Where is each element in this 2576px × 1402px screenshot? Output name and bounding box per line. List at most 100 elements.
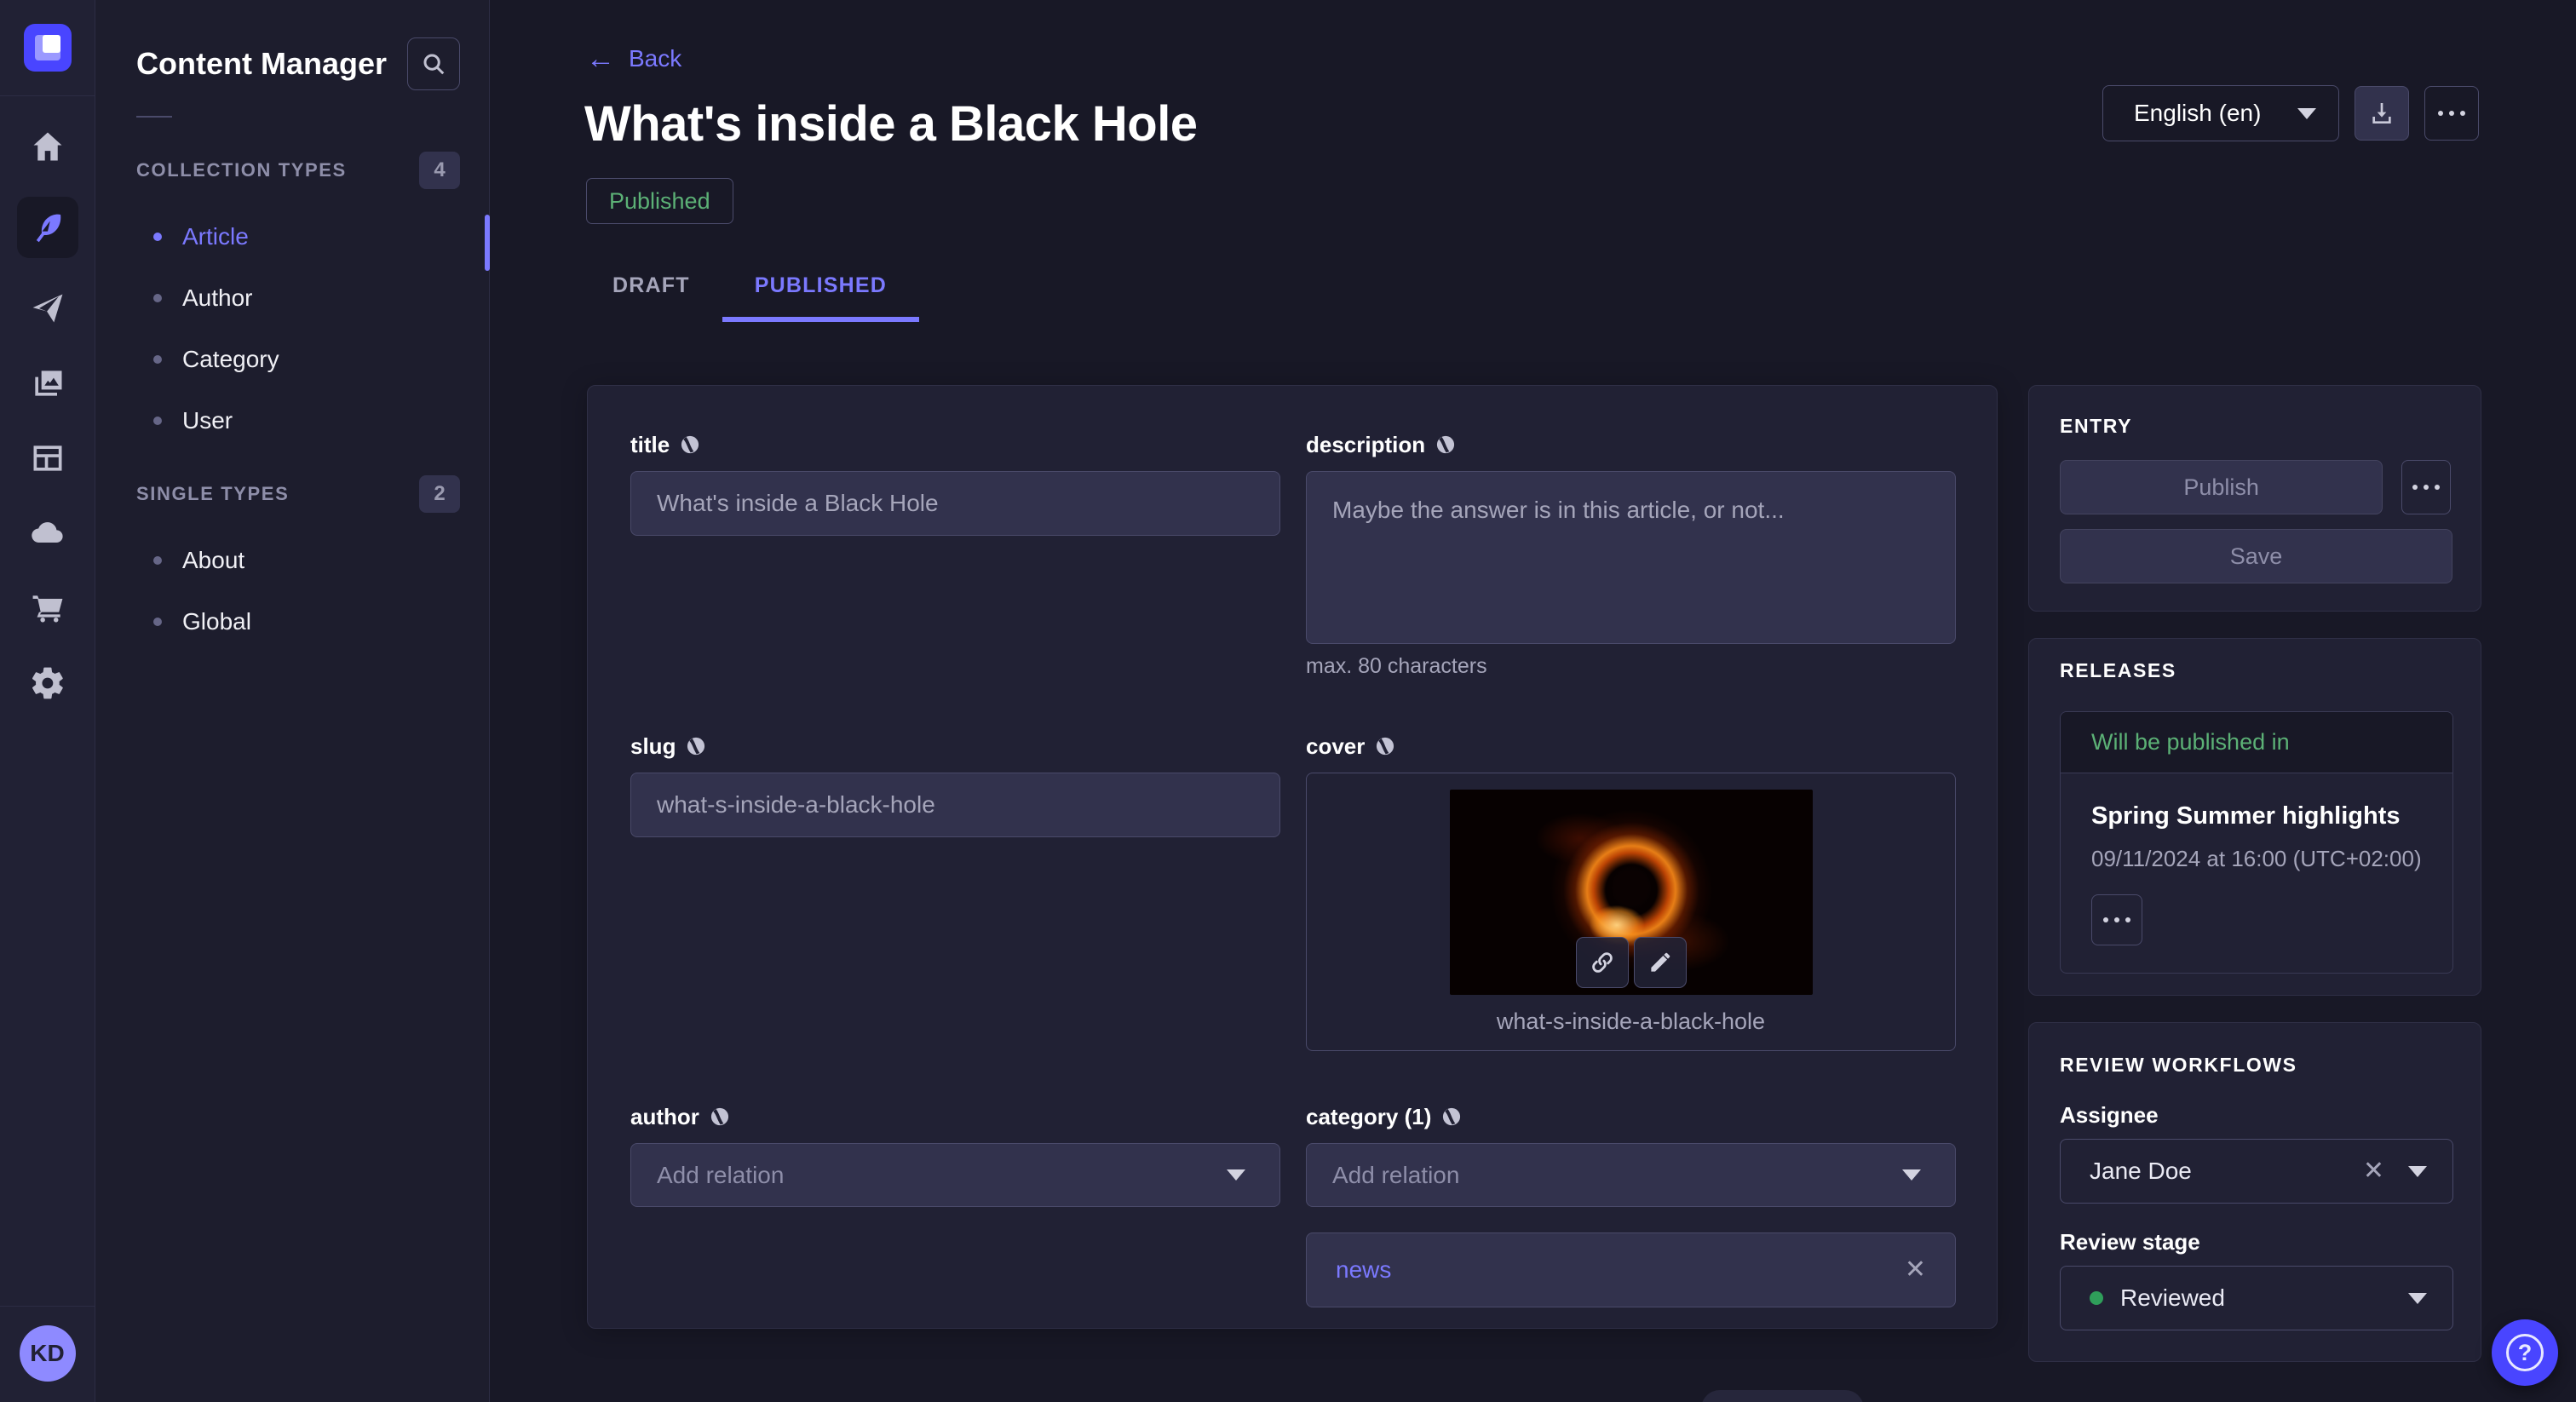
user-avatar[interactable]: KD: [20, 1325, 76, 1382]
edit-media-button[interactable]: [1634, 937, 1687, 988]
sidebar-item-label: Category: [182, 346, 279, 373]
category-placeholder: Add relation: [1332, 1162, 1459, 1189]
slug-field-label: slug: [630, 733, 676, 760]
slug-input[interactable]: what-s-inside-a-black-hole: [630, 773, 1280, 837]
sidebar-item-label: About: [182, 547, 244, 574]
entry-panel: ENTRY Publish Save: [2028, 385, 2481, 612]
feather-icon: [29, 209, 66, 246]
strapi-logo[interactable]: [24, 24, 72, 72]
locale-select[interactable]: English (en): [2102, 85, 2339, 141]
release-date: 09/11/2024 at 16:00 (UTC+02:00): [2091, 846, 2422, 872]
more-options-button[interactable]: [2424, 86, 2479, 141]
active-item-indicator: [485, 215, 490, 271]
author-field-label: author: [630, 1104, 699, 1130]
cover-field-label: cover: [1306, 733, 1365, 760]
right-sidebar: ENTRY Publish Save RELEASES Will be publ…: [2028, 385, 2481, 1388]
subnav-title: Content Manager: [136, 46, 387, 82]
layout-icon: [29, 440, 66, 477]
field-category: category (1) Add relation news ✕: [1306, 1099, 1956, 1307]
back-link[interactable]: ← Back: [586, 44, 681, 73]
field-author: author Add relation: [630, 1099, 1280, 1307]
globe-icon: [1375, 736, 1395, 756]
search-icon: [421, 51, 446, 77]
release-card: Will be published in Spring Summer highl…: [2060, 711, 2453, 974]
sidebar-item-label: Global: [182, 608, 251, 635]
relation-link-news[interactable]: news: [1336, 1256, 1391, 1284]
review-stage-select[interactable]: Reviewed: [2060, 1266, 2453, 1330]
nav-content-type-builder-button[interactable]: [17, 434, 78, 483]
more-options-icon: [2438, 111, 2465, 116]
collection-types-section: COLLECTION TYPES 4 Article Author Catego…: [95, 150, 489, 451]
pencil-icon: [1647, 950, 1673, 975]
sidebar-item-article[interactable]: Article: [95, 206, 489, 267]
assignee-value: Jane Doe: [2090, 1158, 2363, 1185]
tab-draft[interactable]: DRAFT: [580, 273, 722, 322]
nav-content-manager-button[interactable]: [17, 197, 78, 258]
arrow-left-icon: ←: [586, 44, 615, 73]
sidebar-item-label: User: [182, 407, 233, 434]
release-more-button[interactable]: [2091, 894, 2142, 945]
download-icon: [2368, 100, 2395, 127]
question-mark-icon: ?: [2506, 1334, 2544, 1371]
entry-more-button[interactable]: [2401, 460, 2451, 514]
rail-footer: KD: [0, 1306, 95, 1402]
nav-settings-button[interactable]: [17, 658, 78, 708]
title-input[interactable]: What's inside a Black Hole: [630, 471, 1280, 536]
globe-icon: [686, 736, 706, 756]
images-icon: [29, 365, 66, 402]
copy-link-button[interactable]: [1576, 937, 1629, 988]
help-button[interactable]: ?: [2492, 1319, 2558, 1386]
sidebar-item-user[interactable]: User: [95, 390, 489, 451]
nav-home-button[interactable]: [17, 122, 78, 171]
search-button[interactable]: [407, 37, 460, 90]
draft-published-tabs: DRAFT PUBLISHED: [580, 273, 2576, 322]
nav-releases-button[interactable]: [17, 284, 78, 333]
sidebar-item-author[interactable]: Author: [95, 267, 489, 329]
section-count-badge: 2: [419, 475, 460, 513]
review-heading: REVIEW WORKFLOWS: [2060, 1054, 2452, 1077]
assignee-label: Assignee: [2060, 1102, 2452, 1129]
clear-assignee-icon[interactable]: ✕: [2363, 1158, 2384, 1184]
stage-status-dot: [2090, 1291, 2103, 1305]
chevron-down-icon: [2297, 108, 2316, 119]
author-relation-select[interactable]: Add relation: [630, 1143, 1280, 1207]
shopping-cart-icon: [29, 589, 66, 627]
category-relation-select[interactable]: Add relation: [1306, 1143, 1956, 1207]
cover-image[interactable]: [1450, 790, 1813, 995]
title-field-label: title: [630, 432, 670, 458]
entry-form-card: title What's inside a Black Hole descrip…: [587, 385, 1998, 1329]
description-textarea[interactable]: Maybe the answer is in this article, or …: [1306, 471, 1956, 644]
home-icon: [29, 128, 66, 165]
sidebar-item-global[interactable]: Global: [95, 591, 489, 652]
save-button[interactable]: Save: [2060, 529, 2452, 583]
remove-relation-icon[interactable]: ✕: [1905, 1257, 1926, 1283]
main-content: ← Back What's inside a Black Hole Publis…: [490, 0, 2576, 1402]
nav-marketplace-button[interactable]: [17, 583, 78, 633]
chevron-down-icon: [2408, 1293, 2427, 1304]
publish-button[interactable]: Publish: [2060, 460, 2383, 514]
tab-published[interactable]: PUBLISHED: [722, 273, 919, 322]
assignee-combobox[interactable]: Jane Doe ✕: [2060, 1139, 2453, 1204]
category-relation-item: news ✕: [1306, 1232, 1956, 1307]
description-hint: max. 80 characters: [1306, 654, 1956, 679]
locale-value: English (en): [2134, 100, 2261, 127]
back-label: Back: [629, 45, 681, 72]
sidebar-item-category[interactable]: Category: [95, 329, 489, 390]
status-badge: Published: [586, 178, 733, 224]
rail-nav: [17, 122, 78, 1306]
nav-deploy-button[interactable]: [17, 509, 78, 558]
cloud-icon: [29, 514, 66, 552]
scrolled-element-edge: [1701, 1390, 1864, 1402]
content-manager-subnav: Content Manager COLLECTION TYPES 4 Artic…: [95, 0, 490, 1402]
subnav-divider: [136, 116, 172, 118]
sidebar-item-about[interactable]: About: [95, 530, 489, 591]
review-workflows-panel: REVIEW WORKFLOWS Assignee Jane Doe ✕ Rev…: [2028, 1022, 2481, 1362]
nav-media-library-button[interactable]: [17, 359, 78, 408]
gear-icon: [29, 664, 66, 702]
single-types-section: SINGLE TYPES 2 About Global: [95, 474, 489, 652]
app-window: KD Content Manager COLLECTION TYPES 4 Ar…: [0, 0, 2576, 1402]
export-button[interactable]: [2355, 86, 2409, 141]
section-count-badge: 4: [419, 152, 460, 189]
field-cover: cover: [1306, 728, 1956, 1051]
globe-icon: [1435, 434, 1456, 455]
